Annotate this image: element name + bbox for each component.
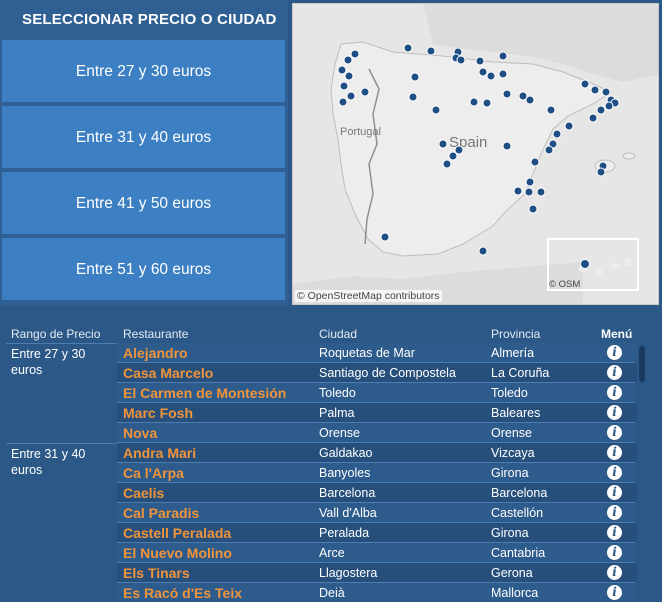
info-icon[interactable]: i <box>607 565 622 580</box>
info-icon[interactable]: i <box>607 525 622 540</box>
province-cell: Toledo <box>491 386 528 400</box>
city-cell: Banyoles <box>319 466 371 480</box>
restaurant-name[interactable]: Caelis <box>123 483 313 503</box>
table-row: Alejandro Roquetas de Mar Almería i <box>117 343 637 363</box>
province-cell: Orense <box>491 426 532 440</box>
province-cell: Gerona <box>491 566 533 580</box>
info-icon[interactable]: i <box>607 545 622 560</box>
table-row: Castell Peralada Peralada Girona i <box>117 523 637 543</box>
table-row: Marc Fosh Palma Baleares i <box>117 403 637 423</box>
table-row: Caelis Barcelona Barcelona i <box>117 483 637 503</box>
city-cell: Orense <box>319 426 360 440</box>
table-row: Es Racó d'Es Teix Deià Mallorca i <box>117 583 637 602</box>
info-icon[interactable]: i <box>607 405 622 420</box>
province-cell: La Coruña <box>491 366 550 380</box>
info-icon[interactable]: i <box>607 365 622 380</box>
table-row: Nova Orense Orense i <box>117 423 637 443</box>
table-row: Els Tinars Llagostera Gerona i <box>117 563 637 583</box>
city-cell: Llagostera <box>319 566 378 580</box>
restaurant-map[interactable]: Portugal Spain © OSM © OpenStreetMap con… <box>292 3 659 305</box>
group-label-31-40: Entre 31 y 40 euros <box>11 447 86 477</box>
city-cell: Toledo <box>319 386 356 400</box>
city-cell: Barcelona <box>319 486 376 500</box>
table-row: Ca l'Arpa Banyoles Girona i <box>117 463 637 483</box>
filter-button-51-60[interactable]: Entre 51 y 60 euros <box>2 238 285 302</box>
filter-button-41-50[interactable]: Entre 41 y 50 euros <box>2 172 285 236</box>
restaurant-name[interactable]: Andra Mari <box>123 443 313 463</box>
filter-button-31-40[interactable]: Entre 31 y 40 euros <box>2 106 285 170</box>
table-row: Cal Paradis Vall d'Alba Castellón i <box>117 503 637 523</box>
province-cell: Girona <box>491 466 529 480</box>
info-icon[interactable]: i <box>607 505 622 520</box>
restaurant-name[interactable]: Es Racó d'Es Teix <box>123 583 313 602</box>
restaurant-name[interactable]: Castell Peralada <box>123 523 313 543</box>
city-cell: Palma <box>319 406 355 420</box>
info-icon[interactable]: i <box>607 345 622 360</box>
restaurant-name[interactable]: Nova <box>123 423 313 443</box>
inset-credit: © OSM <box>549 279 581 290</box>
province-cell: Girona <box>491 526 529 540</box>
info-icon[interactable]: i <box>607 425 622 440</box>
province-cell: Castellón <box>491 506 544 520</box>
map-label-spain: Spain <box>449 134 487 151</box>
city-cell: Vall d'Alba <box>319 506 377 520</box>
header-province: Provincia <box>491 327 541 341</box>
restaurant-name[interactable]: El Carmen de Montesión <box>123 383 313 403</box>
table-row: Casa Marcelo Santiago de Compostela La Cor… <box>117 363 637 383</box>
restaurant-name[interactable]: Cal Paradis <box>123 503 313 523</box>
restaurant-name[interactable]: Marc Fosh <box>123 403 313 423</box>
header-restaurant: Restaurante <box>123 327 189 341</box>
dashboard: SELECCIONAR PRECIO O CIUDAD Entre 27 y 3… <box>0 0 662 602</box>
table-row: El Nuevo Molino Arce Cantabria i <box>117 543 637 563</box>
header-menu: Menú <box>601 327 633 341</box>
city-cell: Arce <box>319 546 345 560</box>
table-scrollbar[interactable] <box>639 346 645 382</box>
info-icon[interactable]: i <box>607 465 622 480</box>
group-label-27-30: Entre 27 y 30 euros <box>11 347 86 377</box>
province-cell: Mallorca <box>491 586 539 600</box>
table-row: El Carmen de Montesión Toledo Toledo i <box>117 383 637 403</box>
filter-panel: SELECCIONAR PRECIO O CIUDAD Entre 27 y 3… <box>0 0 288 306</box>
province-cell: Cantabria <box>491 546 546 560</box>
province-cell: Vizcaya <box>491 446 535 460</box>
city-cell: Roquetas de Mar <box>319 346 415 360</box>
province-cell: Almería <box>491 346 535 360</box>
header-price-range: Rango de Precio <box>11 327 101 341</box>
province-cell: Barcelona <box>491 486 548 500</box>
province-cell: Baleares <box>491 406 541 420</box>
city-cell: Santiago de Compostela <box>319 366 456 380</box>
filter-title: SELECCIONAR PRECIO O CIUDAD <box>22 11 277 28</box>
map-label-portugal: Portugal <box>340 126 381 138</box>
info-icon[interactable]: i <box>607 485 622 500</box>
city-cell: Galdakao <box>319 446 373 460</box>
city-cell: Peralada <box>319 526 370 540</box>
filter-button-27-30[interactable]: Entre 27 y 30 euros <box>2 40 285 104</box>
restaurant-name[interactable]: Alejandro <box>123 343 313 363</box>
city-cell: Deià <box>319 586 345 600</box>
restaurant-name[interactable]: El Nuevo Molino <box>123 543 313 563</box>
restaurant-name[interactable]: Casa Marcelo <box>123 363 313 383</box>
restaurant-name[interactable]: Ca l'Arpa <box>123 463 313 483</box>
table-row: Andra Mari Galdakao Vizcaya i <box>117 443 637 463</box>
restaurant-name[interactable]: Els Tinars <box>123 563 313 583</box>
header-city: Ciudad <box>319 327 358 341</box>
info-icon[interactable]: i <box>607 445 622 460</box>
info-icon[interactable]: i <box>607 385 622 400</box>
osm-credit[interactable]: © OpenStreetMap contributors <box>295 290 442 302</box>
info-icon[interactable]: i <box>607 585 622 600</box>
